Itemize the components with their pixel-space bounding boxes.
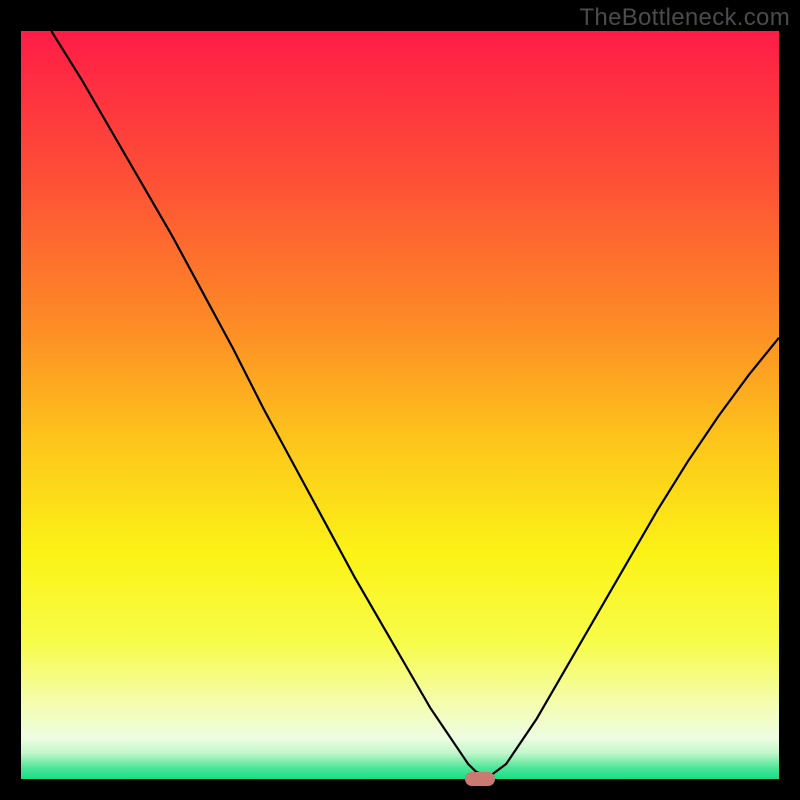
plot-area xyxy=(21,31,779,779)
bottleneck-chart xyxy=(21,31,779,779)
chart-frame: TheBottleneck.com xyxy=(0,0,800,800)
attribution-text: TheBottleneck.com xyxy=(579,4,790,32)
optimal-point-marker xyxy=(465,772,495,786)
gradient-background xyxy=(21,31,779,779)
